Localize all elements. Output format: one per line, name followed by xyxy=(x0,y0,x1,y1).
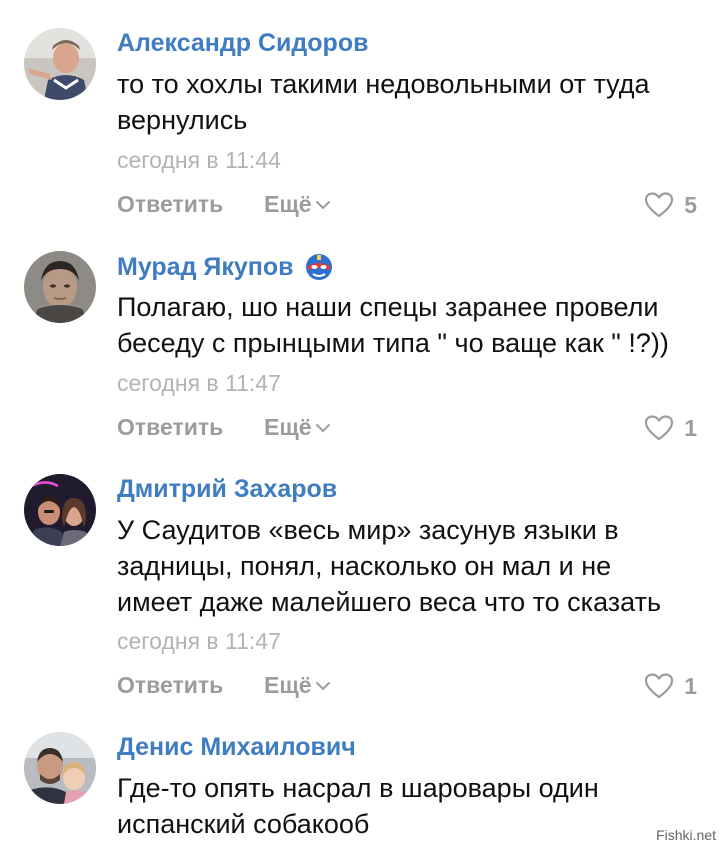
avatar[interactable] xyxy=(24,251,96,323)
more-button[interactable]: Ещё xyxy=(264,672,331,699)
watermark: Fishki.net xyxy=(656,827,716,843)
comment-text: У Саудитов «весь мир» засунув языки в за… xyxy=(117,515,662,617)
like-count: 5 xyxy=(684,191,697,218)
reply-button[interactable]: Ответить xyxy=(117,191,223,218)
comment-actions: Ответить Ещё 1 xyxy=(117,414,697,448)
comment-actions: Ответить Ещё 1 xyxy=(117,672,697,706)
comment-author[interactable]: Александр Сидоров xyxy=(117,29,368,58)
author-name[interactable]: Дмитрий Захаров xyxy=(117,475,337,504)
like-button[interactable]: 5 xyxy=(644,191,697,219)
avatar-image xyxy=(24,474,96,546)
avatar-image xyxy=(24,28,96,100)
reply-button[interactable]: Ответить xyxy=(117,672,223,699)
avatar[interactable] xyxy=(24,28,96,100)
more-label: Ещё xyxy=(264,191,312,217)
more-label: Ещё xyxy=(264,672,312,698)
like-button[interactable]: 1 xyxy=(644,672,697,700)
avatar[interactable] xyxy=(24,474,96,546)
comment-timestamp: сегодня в 11:47 xyxy=(117,628,281,654)
superhero-mask-icon xyxy=(304,252,334,282)
comment-timestamp: сегодня в 11:47 xyxy=(117,370,281,396)
comment-text: Где-то опять насрал в шаровары один испа… xyxy=(117,773,599,839)
heart-icon xyxy=(644,672,674,700)
chevron-down-icon xyxy=(315,199,331,211)
chevron-down-icon xyxy=(315,422,331,434)
like-count: 1 xyxy=(684,414,697,441)
reply-button[interactable]: Ответить xyxy=(117,414,223,441)
like-count: 1 xyxy=(684,672,697,699)
like-button[interactable]: 1 xyxy=(644,414,697,442)
author-name[interactable]: Александр Сидоров xyxy=(117,29,368,58)
avatar-image xyxy=(24,732,96,804)
comment-actions: Ответить Ещё 5 xyxy=(117,191,697,225)
author-name[interactable]: Мурад Якупов xyxy=(117,253,294,282)
comment-text: Полагаю, шо наши спецы заранее провели б… xyxy=(117,292,669,358)
comment-timestamp: сегодня в 11:44 xyxy=(117,147,281,173)
comment-author[interactable]: Мурад Якупов xyxy=(117,252,334,282)
heart-icon xyxy=(644,414,674,442)
more-label: Ещё xyxy=(264,414,312,440)
comment-author[interactable]: Денис Михаилович xyxy=(117,733,356,762)
heart-icon xyxy=(644,191,674,219)
avatar-image xyxy=(24,251,96,323)
chevron-down-icon xyxy=(315,680,331,692)
avatar[interactable] xyxy=(24,732,96,804)
more-button[interactable]: Ещё xyxy=(264,414,331,441)
author-name[interactable]: Денис Михаилович xyxy=(117,733,356,762)
comment-author[interactable]: Дмитрий Захаров xyxy=(117,475,337,504)
more-button[interactable]: Ещё xyxy=(264,191,331,218)
comment-text: то то хохлы такими недовольными от туда … xyxy=(117,69,650,135)
